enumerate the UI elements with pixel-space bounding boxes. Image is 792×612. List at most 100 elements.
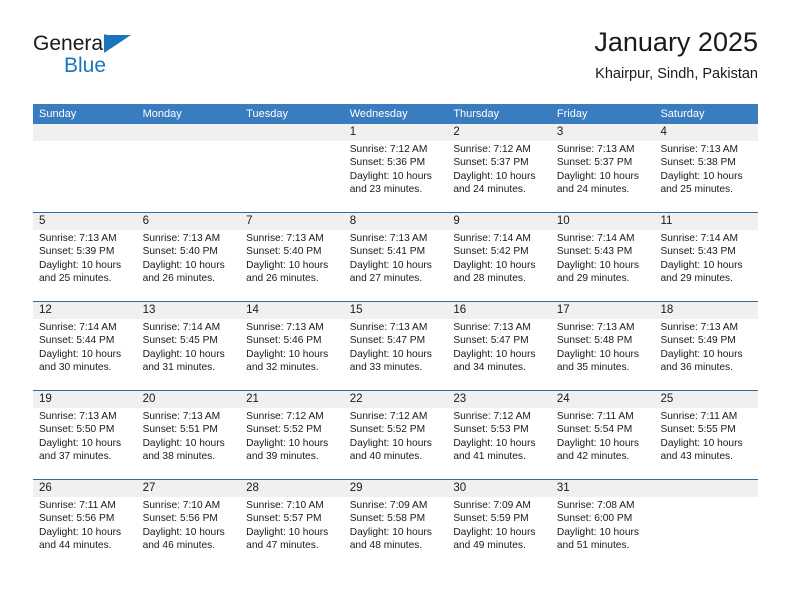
calendar-day-cell[interactable]: 10 Sunrise: 7:14 AM Sunset: 5:43 PM Dayligh… [551, 213, 655, 301]
weekday-header-sunday: Sunday [39, 108, 77, 120]
calendar-day-cell[interactable]: 21 Sunrise: 7:12 AM Sunset: 5:52 PM Dayligh… [240, 391, 344, 479]
calendar-day-cell[interactable]: 11 Sunrise: 7:14 AM Sunset: 5:43 PM Dayligh… [654, 213, 758, 301]
calendar-day-cell-empty [240, 124, 344, 212]
day-detail-line: Daylight: 10 hours [556, 526, 640, 538]
calendar-day-cell[interactable]: 30 Sunrise: 7:09 AM Sunset: 5:59 PM Dayligh… [447, 480, 551, 568]
day-detail-line: and 31 minutes. [142, 362, 216, 374]
day-detail-line: Daylight: 10 hours [142, 437, 225, 449]
calendar-day-cell[interactable]: 3 Sunrise: 7:13 AM Sunset: 5:37 PM Daylight… [551, 124, 655, 212]
day-detail-line: Daylight: 10 hours [349, 170, 432, 182]
day-details: Sunrise: 7:14 AM Sunset: 5:45 PM Daylight:… [143, 321, 236, 375]
day-number: 28 [246, 482, 259, 494]
day-detail-line: Sunset: 5:47 PM [349, 335, 426, 347]
day-detail-line: Daylight: 10 hours [453, 348, 536, 360]
day-number: 15 [349, 304, 363, 316]
day-detail-line: Sunrise: 7:14 AM [453, 233, 531, 244]
day-detail-line: Sunset: 5:48 PM [556, 335, 633, 347]
day-detail-line: and 42 minutes. [556, 451, 630, 463]
day-detail-line: and 23 minutes. [349, 184, 423, 196]
day-detail-line: and 43 minutes. [660, 451, 733, 463]
day-detail-line: Sunrise: 7:13 AM [39, 411, 117, 422]
calendar-day-cell[interactable]: 16 Sunrise: 7:13 AM Sunset: 5:47 PM Dayligh… [447, 302, 551, 390]
day-number: 4 [660, 126, 667, 138]
calendar-day-cell[interactable]: 18 Sunrise: 7:13 AM Sunset: 5:49 PM Dayligh… [654, 302, 758, 390]
weekday-header-wednesday: Wednesday [349, 108, 408, 120]
day-detail-line: and 35 minutes. [556, 362, 630, 374]
day-detail-line: and 25 minutes. [660, 184, 733, 196]
day-detail-line: Daylight: 10 hours [142, 259, 225, 271]
calendar-day-cell[interactable]: 29 Sunrise: 7:09 AM Sunset: 5:58 PM Dayligh… [344, 480, 448, 568]
day-details: Sunrise: 7:13 AM Sunset: 5:40 PM Daylight:… [246, 232, 339, 286]
calendar-day-cell[interactable]: 17 Sunrise: 7:13 AM Sunset: 5:48 PM Dayligh… [551, 302, 655, 390]
calendar-day-cell[interactable]: 23 Sunrise: 7:12 AM Sunset: 5:53 PM Dayligh… [447, 391, 551, 479]
day-detail-line: Sunset: 5:52 PM [246, 424, 322, 436]
day-detail-line: Sunrise: 7:12 AM [453, 144, 531, 155]
day-detail-line: Sunrise: 7:10 AM [142, 500, 221, 511]
day-detail-line: Sunset: 5:38 PM [660, 157, 736, 169]
day-number: 18 [660, 304, 674, 316]
calendar-day-cell[interactable]: 8 Sunrise: 7:13 AM Sunset: 5:41 PM Daylight… [344, 213, 448, 301]
calendar-day-cell[interactable]: 5 Sunrise: 7:13 AM Sunset: 5:39 PM Daylight… [33, 213, 137, 301]
day-detail-line: Daylight: 10 hours [349, 437, 432, 449]
day-detail-line: Sunrise: 7:13 AM [349, 322, 428, 333]
calendar-day-cell[interactable]: 26 Sunrise: 7:11 AM Sunset: 5:56 PM Dayligh… [33, 480, 137, 568]
day-detail-line: Sunset: 5:41 PM [349, 246, 426, 258]
day-details: Sunrise: 7:13 AM Sunset: 5:41 PM Daylight:… [350, 232, 443, 286]
day-detail-line: Sunset: 5:58 PM [349, 513, 426, 525]
day-detail-line: and 38 minutes. [142, 451, 216, 463]
calendar-day-cell[interactable]: 19 Sunrise: 7:13 AM Sunset: 5:50 PM Dayligh… [33, 391, 137, 479]
day-detail-line: Sunset: 5:56 PM [39, 513, 115, 525]
calendar-day-cell[interactable]: 24 Sunrise: 7:11 AM Sunset: 5:54 PM Dayligh… [551, 391, 655, 479]
day-detail-line: and 33 minutes. [349, 362, 423, 374]
day-detail-line: Sunrise: 7:13 AM [142, 411, 221, 422]
calendar-day-cell[interactable]: 9 Sunrise: 7:14 AM Sunset: 5:42 PM Daylight… [447, 213, 551, 301]
day-number: 19 [39, 393, 52, 405]
day-number: 5 [39, 215, 46, 227]
day-detail-line: Daylight: 10 hours [349, 526, 432, 538]
calendar-day-cell[interactable]: 31 Sunrise: 7:08 AM Sunset: 6:00 PM Dayligh… [551, 480, 655, 568]
calendar-day-cell[interactable]: 1 Sunrise: 7:12 AM Sunset: 5:36 PM Daylight… [344, 124, 448, 212]
day-details: Sunrise: 7:14 AM Sunset: 5:43 PM Daylight:… [557, 232, 650, 286]
day-details: Sunrise: 7:09 AM Sunset: 5:59 PM Daylight:… [453, 499, 546, 553]
calendar-day-cell[interactable]: 22 Sunrise: 7:12 AM Sunset: 5:52 PM Dayligh… [344, 391, 448, 479]
day-details: Sunrise: 7:14 AM Sunset: 5:43 PM Daylight:… [660, 232, 753, 286]
calendar-day-cell[interactable]: 7 Sunrise: 7:13 AM Sunset: 5:40 PM Daylight… [240, 213, 344, 301]
day-detail-line: Sunrise: 7:13 AM [556, 322, 635, 333]
day-detail-line: Daylight: 10 hours [39, 526, 122, 538]
generalblue-logo[interactable]: General Blue [33, 32, 163, 88]
day-detail-line: Daylight: 10 hours [660, 170, 743, 182]
day-number: 2 [453, 126, 460, 138]
day-detail-line: and 46 minutes. [142, 540, 216, 552]
day-number [143, 125, 236, 141]
day-detail-line: Sunset: 5:56 PM [142, 513, 218, 525]
calendar-day-cell[interactable]: 12 Sunrise: 7:14 AM Sunset: 5:44 PM Dayligh… [33, 302, 137, 390]
calendar-day-cell[interactable]: 13 Sunrise: 7:14 AM Sunset: 5:45 PM Dayligh… [137, 302, 241, 390]
day-detail-line: Sunset: 6:00 PM [556, 513, 633, 525]
day-number: 30 [453, 482, 467, 494]
calendar-day-cell-empty [137, 124, 241, 212]
calendar-weeks: 1 Sunrise: 7:12 AM Sunset: 5:36 PM Daylight… [33, 124, 758, 568]
day-detail-line: Daylight: 10 hours [556, 170, 640, 182]
day-detail-line: Sunrise: 7:14 AM [556, 233, 635, 244]
day-number: 10 [556, 215, 570, 227]
calendar-day-cell[interactable]: 28 Sunrise: 7:10 AM Sunset: 5:57 PM Dayligh… [240, 480, 344, 568]
day-detail-line: and 26 minutes. [142, 273, 216, 285]
calendar-day-cell[interactable]: 27 Sunrise: 7:10 AM Sunset: 5:56 PM Dayligh… [137, 480, 241, 568]
day-detail-line: Daylight: 10 hours [556, 437, 640, 449]
day-number: 29 [349, 482, 363, 494]
day-detail-line: Daylight: 10 hours [453, 259, 536, 271]
calendar-day-cell[interactable]: 25 Sunrise: 7:11 AM Sunset: 5:55 PM Dayligh… [654, 391, 758, 479]
calendar-day-cell[interactable]: 15 Sunrise: 7:13 AM Sunset: 5:47 PM Dayligh… [344, 302, 448, 390]
calendar-day-cell[interactable]: 2 Sunrise: 7:12 AM Sunset: 5:37 PM Daylight… [447, 124, 551, 212]
calendar-day-cell[interactable]: 6 Sunrise: 7:13 AM Sunset: 5:40 PM Daylight… [137, 213, 241, 301]
calendar-page: General Blue January 2025 Khairpur, Sind… [0, 0, 792, 612]
day-number: 12 [39, 304, 52, 316]
day-detail-line: Daylight: 10 hours [349, 348, 432, 360]
day-detail-line: Daylight: 10 hours [453, 526, 536, 538]
calendar-day-cell[interactable]: 14 Sunrise: 7:13 AM Sunset: 5:46 PM Dayligh… [240, 302, 344, 390]
day-number: 1 [349, 126, 357, 138]
calendar-day-cell[interactable]: 20 Sunrise: 7:13 AM Sunset: 5:51 PM Dayligh… [137, 391, 241, 479]
day-detail-line: Sunrise: 7:12 AM [349, 411, 428, 422]
day-detail-line: Sunset: 5:53 PM [453, 424, 529, 436]
calendar-day-cell[interactable]: 4 Sunrise: 7:13 AM Sunset: 5:38 PM Daylight… [654, 124, 758, 212]
